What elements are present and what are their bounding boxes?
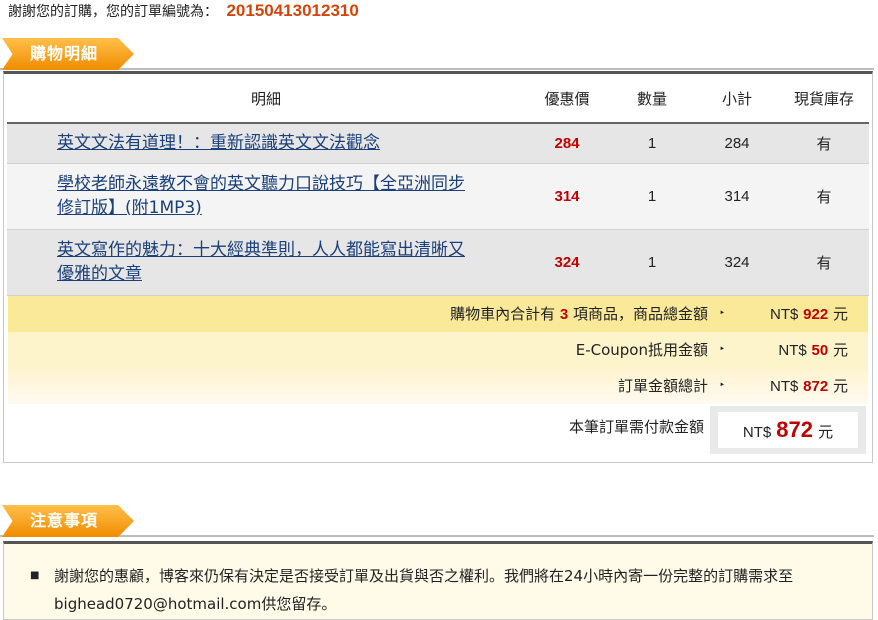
- notice-section-header: 注意事項: [0, 505, 874, 539]
- cart-total-amount: NT$ 922 元: [770, 296, 848, 333]
- cart-section-title: 購物明細: [2, 38, 134, 70]
- item-title-cell: 英文文法有道理！：重新認識英文文法觀念: [7, 123, 525, 164]
- cart-section-header: 購物明細: [0, 38, 874, 72]
- item-price: 314: [525, 163, 609, 230]
- item-title-link-line2[interactable]: 優雅的文章: [57, 264, 142, 284]
- column-header-detail: 明細: [7, 74, 525, 124]
- bullet-icon: ■: [30, 570, 40, 581]
- column-header-stock: 現貨庫存: [779, 74, 869, 124]
- item-subtotal: 314: [695, 163, 779, 230]
- item-quantity: 1: [609, 229, 695, 296]
- item-count-prefix: 購物車內合計有: [450, 305, 556, 323]
- item-count: 3: [559, 306, 569, 323]
- item-title-link[interactable]: 英文寫作的魅力：十大經典準則，人人都能寫出清晰又: [57, 240, 465, 260]
- payment-due-amount: NT$ 872 元: [718, 412, 858, 448]
- item-title-link[interactable]: 學校老師永遠教不會的英文聽力口說技巧【全亞洲同步: [57, 174, 465, 194]
- cart-total-label: 購物車內合計有 3 項商品，商品總金額: [450, 296, 708, 333]
- item-stock: 有: [779, 163, 869, 230]
- currency-label: NT$: [770, 378, 799, 395]
- currency-label: NT$: [742, 424, 772, 441]
- unit-label: 元: [832, 341, 848, 359]
- column-header-quantity: 數量: [609, 74, 695, 124]
- item-count-suffix: 項商品，商品總金額: [572, 305, 708, 323]
- item-title-link[interactable]: 英文文法有道理！：重新認識英文文法觀念: [57, 133, 380, 153]
- arrow-icon: ‣: [719, 380, 725, 391]
- list-item: ■ 謝謝您的惠顧，博客來仍保有決定是否接受訂單及出貨與否之權利。我們將在24小時…: [30, 562, 832, 618]
- order-total-row: 訂單金額總計 ‣ NT$ 872 元: [8, 368, 868, 404]
- notice-section-title: 注意事項: [2, 505, 134, 537]
- payment-due-label: 本筆訂單需付款金額: [568, 418, 704, 436]
- item-price: 284: [525, 123, 609, 164]
- notice-text: 謝謝您的惠顧，博客來仍保有決定是否接受訂單及出貨與否之權利。我們將在24小時內寄…: [54, 567, 794, 613]
- coupon-amount: NT$ 50 元: [778, 332, 848, 369]
- payment-due-box: NT$ 872 元: [710, 406, 866, 454]
- item-price: 324: [525, 229, 609, 296]
- cart-details-panel: 明細 優惠價 數量 小計 現貨庫存 英文文法有道理！：重新認識英文文法觀念 28…: [3, 71, 873, 463]
- arrow-icon: ‣: [719, 344, 725, 355]
- notice-panel: ■ 謝謝您的惠顧，博客來仍保有決定是否接受訂單及出貨與否之權利。我們將在24小時…: [3, 541, 873, 620]
- column-header-subtotal: 小計: [695, 74, 779, 124]
- item-title-link-line2[interactable]: 修訂版】(附1MP3): [57, 198, 202, 218]
- currency-label: NT$: [770, 306, 799, 323]
- order-total-label: 訂單金額總計: [617, 377, 708, 395]
- item-subtotal: 324: [695, 229, 779, 296]
- item-title-cell: 英文寫作的魅力：十大經典準則，人人都能寫出清晰又 優雅的文章: [7, 229, 525, 296]
- payment-due-value: 872: [776, 417, 814, 442]
- item-quantity: 1: [609, 123, 695, 164]
- item-subtotal: 284: [695, 123, 779, 164]
- arrow-icon: ‣: [719, 308, 725, 319]
- order-confirmation-header: 謝謝您的訂購，您的訂單編號為： 20150413012310: [8, 0, 359, 22]
- column-header-price: 優惠價: [525, 74, 609, 124]
- section-divider: [0, 68, 874, 70]
- table-row: 學校老師永遠教不會的英文聽力口說技巧【全亞洲同步 修訂版】(附1MP3) 314…: [7, 163, 869, 230]
- coupon-label: E-Coupon抵用金額: [575, 341, 708, 359]
- item-quantity: 1: [609, 163, 695, 230]
- cart-total-row: 購物車內合計有 3 項商品，商品總金額 ‣ NT$ 922 元: [8, 296, 868, 332]
- item-title-cell: 學校老師永遠教不會的英文聽力口說技巧【全亞洲同步 修訂版】(附1MP3): [7, 163, 525, 230]
- section-divider: [0, 535, 874, 537]
- item-stock: 有: [779, 229, 869, 296]
- order-number: 20150413012310: [226, 1, 359, 20]
- coupon-row: E-Coupon抵用金額 ‣ NT$ 50 元: [8, 332, 868, 368]
- table-row: 英文寫作的魅力：十大經典準則，人人都能寫出清晰又 優雅的文章 324 1 324…: [7, 229, 869, 296]
- order-total-value: 872: [803, 378, 829, 395]
- unit-label: 元: [832, 305, 848, 323]
- table-row: 英文文法有道理！：重新認識英文文法觀念 284 1 284 有: [7, 123, 869, 164]
- coupon-value: 50: [811, 342, 829, 359]
- unit-label: 元: [832, 377, 848, 395]
- currency-label: NT$: [778, 342, 807, 359]
- order-total-amount: NT$ 872 元: [770, 368, 848, 405]
- unit-label: 元: [818, 423, 834, 441]
- cart-total-value: 922: [803, 306, 829, 323]
- cart-items-table: 明細 優惠價 數量 小計 現貨庫存 英文文法有道理！：重新認識英文文法觀念 28…: [7, 74, 869, 296]
- thanks-text: 謝謝您的訂購，您的訂單編號為：: [8, 4, 218, 20]
- table-header-row: 明細 優惠價 數量 小計 現貨庫存: [7, 74, 869, 124]
- item-stock: 有: [779, 123, 869, 164]
